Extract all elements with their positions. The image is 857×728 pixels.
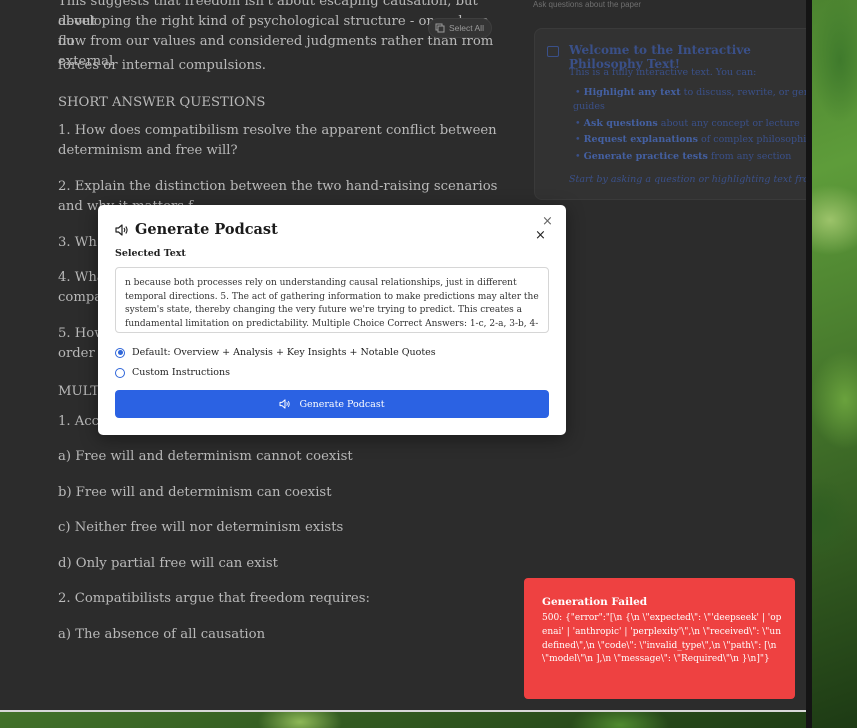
- option-default-row[interactable]: Default: Overview + Analysis + Key Insig…: [115, 347, 436, 358]
- app-window: This suggests that freedom isn't about e…: [0, 0, 806, 710]
- chat-input-placeholder[interactable]: Ask questions about the paper: [533, 0, 641, 9]
- option-d: d) Only partial free will can exist: [58, 556, 278, 571]
- speaker-icon: [115, 224, 128, 236]
- welcome-item: • Ask questions about any concept or lec…: [575, 118, 800, 129]
- welcome-item: guides: [573, 101, 605, 112]
- option-c: c) Neither free will nor determinism exi…: [58, 520, 344, 535]
- window-edge-bottom: [0, 710, 806, 712]
- selected-text-box[interactable]: n because both processes rely on underst…: [115, 267, 549, 333]
- select-all-label: Select All: [449, 23, 484, 33]
- option-b: b) Free will and determinism can coexist: [58, 485, 332, 500]
- selected-text-label: Selected Text: [115, 248, 186, 259]
- question-1: 1. How does compatibilism resolve the ap…: [58, 123, 497, 158]
- welcome-cta: Start by asking a question or highlighti…: [569, 174, 806, 185]
- option-custom-row[interactable]: Custom Instructions: [115, 367, 230, 378]
- option-custom-label: Custom Instructions: [132, 367, 230, 378]
- mc-question-2: 2. Compatibilists argue that freedom req…: [58, 591, 370, 606]
- copy-icon: [435, 23, 445, 33]
- toast-message: 500: {"error":"[\n {\n \"expected\": \"'…: [542, 613, 782, 665]
- welcome-card: Welcome to the Interactive Philosophy Te…: [534, 28, 806, 200]
- generate-podcast-label: Generate Podcast: [299, 398, 385, 410]
- option-a: a) Free will and determinism cannot coex…: [58, 449, 353, 464]
- welcome-item: • Highlight any text to discuss, rewrite…: [575, 87, 806, 98]
- bot-icon: [547, 46, 559, 57]
- modal-title: Generate Podcast: [135, 221, 278, 238]
- welcome-item: • Request explanations of complex philos…: [575, 134, 806, 145]
- toast-title: Generation Failed: [542, 596, 648, 608]
- welcome-intro: This is a fully interactive text. You ca…: [569, 67, 757, 78]
- option-default-label: Default: Overview + Analysis + Key Insig…: [132, 347, 436, 358]
- section-heading: SHORT ANSWER QUESTIONS: [58, 95, 266, 110]
- doc-line: forces or internal compulsions.: [58, 58, 266, 73]
- select-all-button[interactable]: Select All: [428, 18, 492, 38]
- mc2-option-a: a) The absence of all causation: [58, 627, 266, 642]
- generate-podcast-button[interactable]: Generate Podcast: [115, 390, 549, 418]
- error-toast[interactable]: Generation Failed 500: {"error":"[\n {\n…: [524, 578, 795, 699]
- welcome-item: • Generate practice tests from any secti…: [575, 151, 792, 162]
- speaker-icon: [279, 399, 291, 409]
- radio-custom[interactable]: [115, 367, 125, 378]
- close-icon[interactable]: ×: [542, 215, 553, 229]
- close-button[interactable]: ×: [535, 229, 546, 243]
- generate-podcast-modal: Generate Podcast × × Selected Text n bec…: [98, 205, 566, 435]
- radio-default[interactable]: [115, 347, 125, 358]
- window-edge: [806, 0, 812, 728]
